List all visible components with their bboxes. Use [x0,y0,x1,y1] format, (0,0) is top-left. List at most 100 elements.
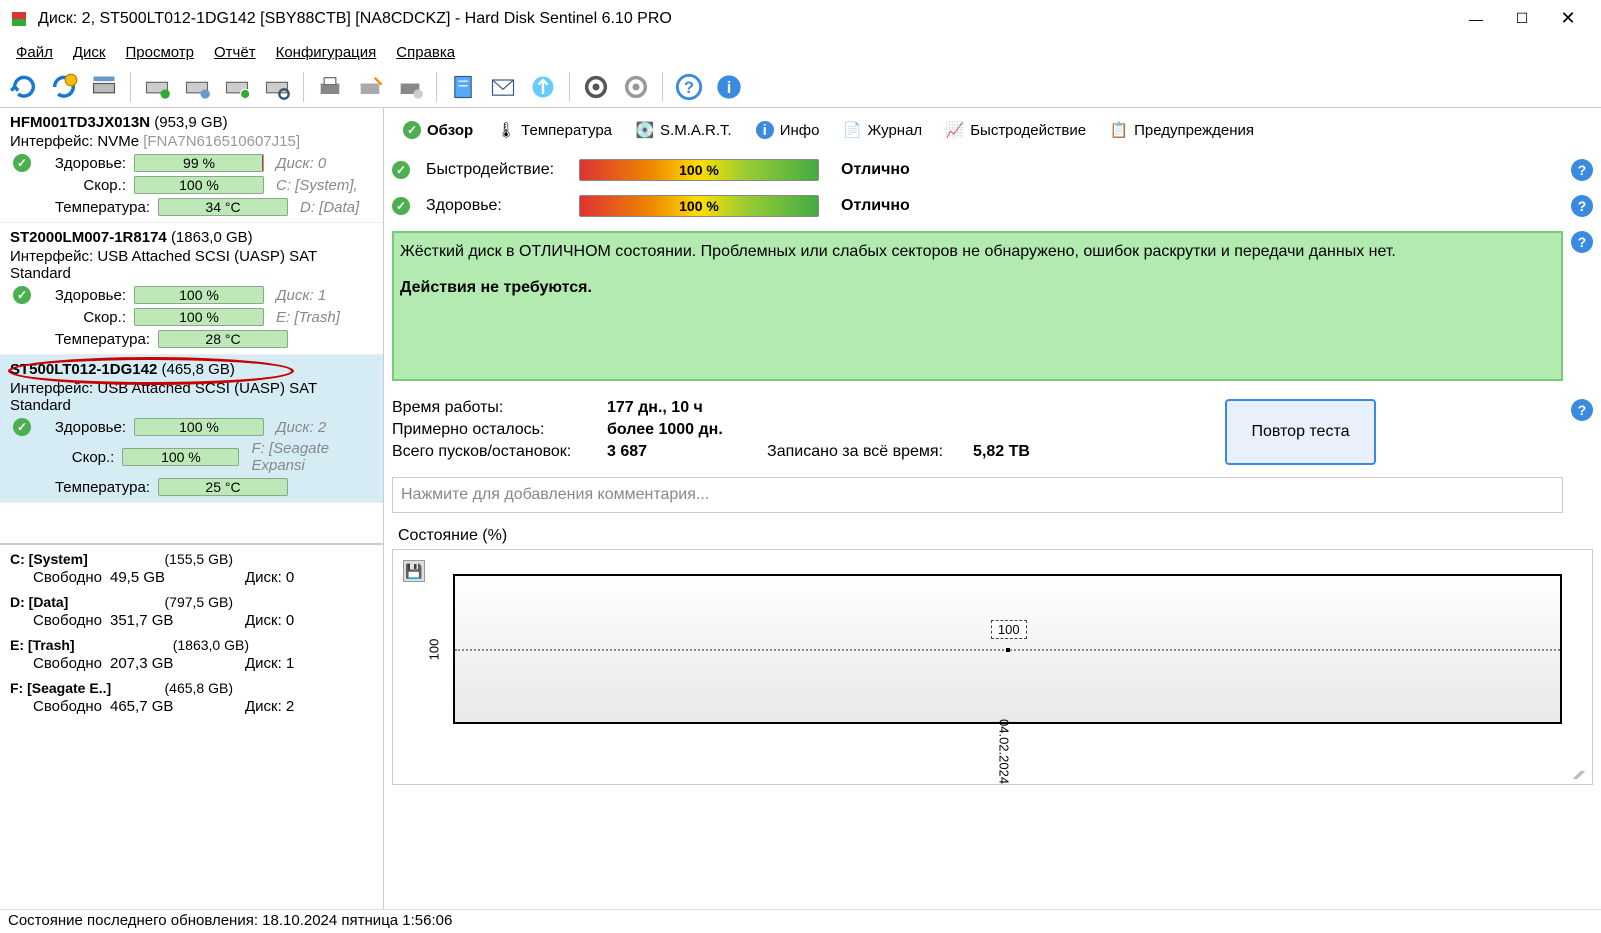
partition-c[interactable]: C: [System](155,5 GB) Свободно49,5 GBДис… [0,545,383,588]
settings2-button[interactable] [618,69,654,105]
print-setup-button[interactable] [352,69,388,105]
tab-smart[interactable]: 💽S.M.A.R.T. [625,114,743,145]
drive-disk: Диск: 1 [245,655,294,672]
disk-letters: E: [Trash] [276,309,340,326]
status-text: Жёсткий диск в ОТЛИЧНОМ состоянии. Пробл… [400,243,1555,261]
disk-size: (1863,0 GB) [171,229,253,246]
drive-total: (155,5 GB) [165,551,233,567]
refresh-warn-button[interactable] [46,69,82,105]
upload-button[interactable] [525,69,561,105]
tab-perf[interactable]: 📈Быстродействие [935,114,1097,145]
disk-size: (953,9 GB) [154,114,227,131]
ok-icon [10,286,34,304]
perf-label: Быстродействие: [422,161,567,179]
uptime-label: Время работы: [392,399,607,417]
free-label: Свободно [10,655,110,672]
help-button[interactable]: ? [1571,159,1593,181]
tab-info[interactable]: iИнфо [745,114,831,145]
chart-ylabel: 100 [426,638,441,660]
disk-item-0[interactable]: HFM001TD3JX013N (953,9 GB) Интерфейс: NV… [0,108,383,223]
settings-button[interactable] [578,69,614,105]
repeat-test-button[interactable]: Повтор теста [1225,399,1375,465]
disk-test-button[interactable] [139,69,175,105]
perf-bar: 100 % [134,308,264,326]
print-disk-button[interactable] [392,69,428,105]
free-bar: 207,3 GB [110,655,205,672]
minimize-button[interactable]: — [1453,3,1499,35]
drive-disk: Диск: 2 [245,698,294,715]
window-title: Диск: 2, ST500LT012-1DG142 [SBY88CTB] [N… [38,10,672,28]
refresh-button[interactable] [6,69,42,105]
help-button[interactable]: ? [1571,195,1593,217]
disk-search-button[interactable] [259,69,295,105]
tab-alert[interactable]: 📋Предупреждения [1099,114,1265,145]
temp-bar: 28 °C [158,330,288,348]
iface-label: Интерфейс: [10,248,93,265]
menu-view[interactable]: Просмотр [116,40,205,65]
content-area: Обзор 🌡Температура 💽S.M.A.R.T. iИнфо 📄Жу… [384,108,1601,909]
disk-schedule-button[interactable] [179,69,215,105]
disk-index: Диск: 1 [276,287,326,304]
print-button[interactable] [312,69,348,105]
help-button[interactable]: ? [671,69,707,105]
tab-log[interactable]: 📄Журнал [832,114,933,145]
disk-letters: C: [System], [276,177,358,194]
status-box: Жёсткий диск в ОТЛИЧНОМ состоянии. Пробл… [392,231,1563,381]
menu-disk[interactable]: Диск [63,40,116,65]
iface-label: Интерфейс: [10,380,93,397]
help-button[interactable]: ? [1571,399,1593,421]
disk-index: Диск: 2 [276,419,326,436]
tabs: Обзор 🌡Температура 💽S.M.A.R.T. iИнфо 📄Жу… [392,114,1593,145]
save-chart-button[interactable]: 💾 [403,560,425,582]
ok-icon [403,121,421,139]
partition-list: C: [System](155,5 GB) Свободно49,5 GBДис… [0,543,383,717]
alert-icon: 📋 [1110,121,1128,139]
starts-label: Всего пусков/остановок: [392,443,607,461]
health-label: Здоровье: [422,197,567,215]
partition-e[interactable]: E: [Trash](1863,0 GB) Свободно207,3 GBДи… [0,631,383,674]
menu-report[interactable]: Отчёт [204,40,266,65]
svg-text:?: ? [684,78,694,96]
window-titlebar: Диск: 2, ST500LT012-1DG142 [SBY88CTB] [N… [0,0,1601,38]
info-button[interactable]: i [711,69,747,105]
disk-ok-button[interactable] [219,69,255,105]
disk-item-1[interactable]: ST2000LM007-1R8174 (1863,0 GB) Интерфейс… [0,223,383,355]
comment-input[interactable]: Нажмите для добавления комментария... [392,477,1563,513]
tab-temperature[interactable]: 🌡Температура [486,114,623,145]
help-button[interactable]: ? [1571,231,1593,253]
free-label: Свободно [10,698,110,715]
close-button[interactable]: ✕ [1545,3,1591,35]
health-label: Здоровье: [34,155,134,172]
disk-index: Диск: 0 [276,155,326,172]
sidebar: HFM001TD3JX013N (953,9 GB) Интерфейс: NV… [0,108,384,909]
perf-label: Скор.: [34,177,134,194]
written-value: 5,82 TB [973,443,1030,461]
toolbar: ? i [0,66,1601,108]
tab-overview[interactable]: Обзор [392,114,484,145]
health-label: Здоровье: [34,419,134,436]
free-bar: 465,7 GB [110,698,205,715]
disk-model: ST2000LM007-1R8174 [10,229,167,246]
resize-handle[interactable] [1571,771,1587,779]
temp-label: Температура: [34,331,158,348]
chart-area: 100 100 04.02.2024 [453,574,1562,724]
log-icon: 📄 [843,121,861,139]
menu-help[interactable]: Справка [386,40,465,65]
health-bar: 100 % [134,418,264,436]
menu-file[interactable]: Файл [6,40,63,65]
perf-bar: 100 % [579,159,819,181]
disk-panel-button[interactable] [86,69,122,105]
partition-d[interactable]: D: [Data](797,5 GB) Свободно351,7 GBДиск… [0,588,383,631]
report-button[interactable] [445,69,481,105]
svg-text:i: i [727,78,732,96]
free-bar: 49,5 GB [110,569,205,586]
email-button[interactable] [485,69,521,105]
remain-label: Примерно осталось: [392,421,607,439]
partition-f[interactable]: F: [Seagate E..](465,8 GB) Свободно465,7… [0,674,383,717]
disk-model: HFM001TD3JX013N [10,114,150,131]
maximize-button[interactable]: ☐ [1499,3,1545,35]
uptime-value: 177 дн., 10 ч [607,399,703,417]
disk-item-2[interactable]: ST500LT012-1DG142 (465,8 GB) Интерфейс: … [0,355,383,503]
perf-label: Скор.: [34,309,134,326]
menu-config[interactable]: Конфигурация [266,40,387,65]
